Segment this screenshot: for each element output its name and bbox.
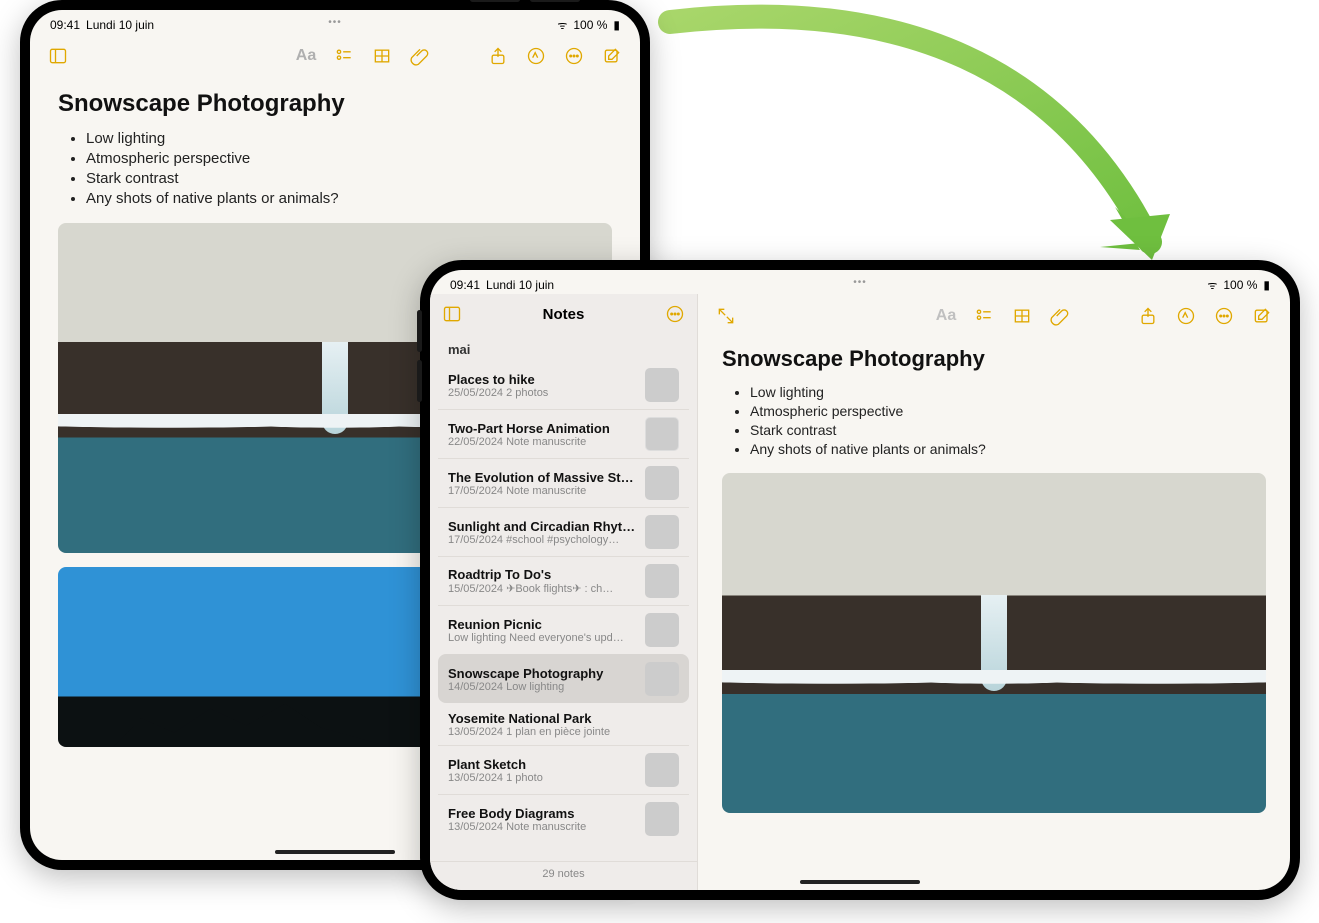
wifi-icon: ᯤ xyxy=(1207,278,1217,293)
compose-icon[interactable] xyxy=(1248,302,1276,330)
row-subtitle: 25/05/2024 2 photos xyxy=(448,387,637,399)
sidebar-note-row[interactable]: Free Body Diagrams13/05/2024 Note manusc… xyxy=(438,794,689,843)
row-thumbnail xyxy=(645,802,679,836)
notes-sidebar: Notes mai Places to hike25/05/2024 2 pho… xyxy=(430,294,698,890)
row-subtitle: 22/05/2024 Note manuscrite xyxy=(448,436,637,448)
share-icon[interactable] xyxy=(1134,302,1162,330)
note-title: Snowscape Photography xyxy=(58,90,612,118)
bullet: Atmospheric perspective xyxy=(750,403,1266,419)
bullet: Stark contrast xyxy=(750,422,1266,438)
note-photo-waterfall[interactable] xyxy=(722,473,1266,813)
note-title: Snowscape Photography xyxy=(722,346,1266,372)
paperclip-icon[interactable] xyxy=(406,42,434,70)
sidebar-note-row[interactable]: Reunion PicnicLow lighting Need everyone… xyxy=(438,605,689,654)
row-thumbnail xyxy=(645,613,679,647)
sidebar-toggle-icon[interactable] xyxy=(438,300,466,328)
row-title: Roadtrip To Do's xyxy=(448,567,637,582)
paperclip-icon[interactable] xyxy=(1046,302,1074,330)
row-title: The Evolution of Massive Star… xyxy=(448,470,637,485)
ellipsis-icon[interactable] xyxy=(661,300,689,328)
section-header: mai xyxy=(430,334,697,361)
row-thumbnail xyxy=(645,564,679,598)
bullet: Atmospheric perspective xyxy=(86,150,612,167)
share-icon[interactable] xyxy=(484,42,512,70)
sidebar-title: Notes xyxy=(466,306,661,323)
text-format-icon[interactable]: Aa xyxy=(932,302,960,330)
battery-icon: ▮ xyxy=(1263,278,1270,292)
markup-icon[interactable] xyxy=(1172,302,1200,330)
row-thumbnail xyxy=(645,368,679,402)
table-icon[interactable] xyxy=(1008,302,1036,330)
row-title: Places to hike xyxy=(448,372,637,387)
note-bullets: Low lighting Atmospheric perspective Sta… xyxy=(58,130,612,207)
sidebar-note-row[interactable]: Roadtrip To Do's15/05/2024 ✈︎Book flight… xyxy=(438,556,689,605)
bullet: Stark contrast xyxy=(86,170,612,187)
status-time: 09:41 xyxy=(50,18,80,32)
bullet: Any shots of native plants or animals? xyxy=(750,441,1266,457)
row-subtitle: 13/05/2024 Note manuscrite xyxy=(448,821,637,833)
sidebar-note-row[interactable]: Two-Part Horse Animation22/05/2024 Note … xyxy=(438,409,689,458)
sidebar-note-row[interactable]: The Evolution of Massive Star…17/05/2024… xyxy=(438,458,689,507)
status-battery: 100 % xyxy=(573,18,607,32)
note-toolbar: Aa xyxy=(30,34,640,78)
table-icon[interactable] xyxy=(368,42,396,70)
row-thumbnail xyxy=(645,417,679,451)
row-title: Sunlight and Circadian Rhyth… xyxy=(448,519,637,534)
bullet: Low lighting xyxy=(86,130,612,147)
sidebar-toggle-icon[interactable] xyxy=(44,42,72,70)
home-indicator[interactable] xyxy=(275,850,395,854)
row-title: Reunion Picnic xyxy=(448,617,637,632)
note-content[interactable]: Snowscape Photography Low lighting Atmos… xyxy=(698,338,1290,890)
row-title: Yosemite National Park xyxy=(448,711,679,726)
multitask-dots[interactable]: ••• xyxy=(328,17,342,28)
ipad-landscape: ••• 09:41 Lundi 10 juin ᯤ 100 % ▮ Notes xyxy=(420,260,1300,900)
row-title: Free Body Diagrams xyxy=(448,806,637,821)
wifi-icon: ᯤ xyxy=(557,18,567,33)
row-subtitle: 13/05/2024 1 photo xyxy=(448,772,637,784)
row-subtitle: 14/05/2024 Low lighting xyxy=(448,681,637,693)
text-format-icon[interactable]: Aa xyxy=(292,42,320,70)
row-title: Two-Part Horse Animation xyxy=(448,421,637,436)
home-indicator[interactable] xyxy=(800,880,920,884)
sidebar-note-row[interactable]: Sunlight and Circadian Rhyth…17/05/2024 … xyxy=(438,507,689,556)
sidebar-note-row[interactable]: Plant Sketch13/05/2024 1 photo xyxy=(438,745,689,794)
note-bullets: Low lighting Atmospheric perspective Sta… xyxy=(722,384,1266,457)
row-subtitle: 17/05/2024 Note manuscrite xyxy=(448,485,637,497)
row-subtitle: 17/05/2024 #school #psychology… xyxy=(448,534,637,546)
note-detail-pane: Aa xyxy=(698,294,1290,890)
row-thumbnail xyxy=(645,753,679,787)
markup-icon[interactable] xyxy=(522,42,550,70)
status-battery: 100 % xyxy=(1223,278,1257,292)
multitask-dots[interactable]: ••• xyxy=(853,277,867,288)
checklist-icon[interactable] xyxy=(970,302,998,330)
sidebar-note-row[interactable]: Yosemite National Park13/05/2024 1 plan … xyxy=(438,703,689,745)
sidebar-note-row[interactable]: Places to hike25/05/2024 2 photos xyxy=(438,361,689,409)
row-subtitle: Low lighting Need everyone's upd… xyxy=(448,632,637,644)
sidebar-note-row[interactable]: Snowscape Photography14/05/2024 Low ligh… xyxy=(438,654,689,703)
battery-icon: ▮ xyxy=(613,18,620,32)
notes-count: 29 notes xyxy=(430,861,697,890)
status-time: 09:41 xyxy=(450,278,480,292)
compose-icon[interactable] xyxy=(598,42,626,70)
row-thumbnail xyxy=(645,662,679,696)
ellipsis-icon[interactable] xyxy=(1210,302,1238,330)
expand-icon[interactable] xyxy=(712,302,740,330)
bullet: Low lighting xyxy=(750,384,1266,400)
row-subtitle: 15/05/2024 ✈︎Book flights✈︎ : ch… xyxy=(448,582,637,595)
status-date: Lundi 10 juin xyxy=(486,278,554,292)
bullet: Any shots of native plants or animals? xyxy=(86,190,612,207)
status-date: Lundi 10 juin xyxy=(86,18,154,32)
row-thumbnail xyxy=(645,515,679,549)
ellipsis-icon[interactable] xyxy=(560,42,588,70)
row-thumbnail xyxy=(645,466,679,500)
row-subtitle: 13/05/2024 1 plan en pièce jointe xyxy=(448,726,679,738)
row-title: Snowscape Photography xyxy=(448,666,637,681)
checklist-icon[interactable] xyxy=(330,42,358,70)
row-title: Plant Sketch xyxy=(448,757,637,772)
